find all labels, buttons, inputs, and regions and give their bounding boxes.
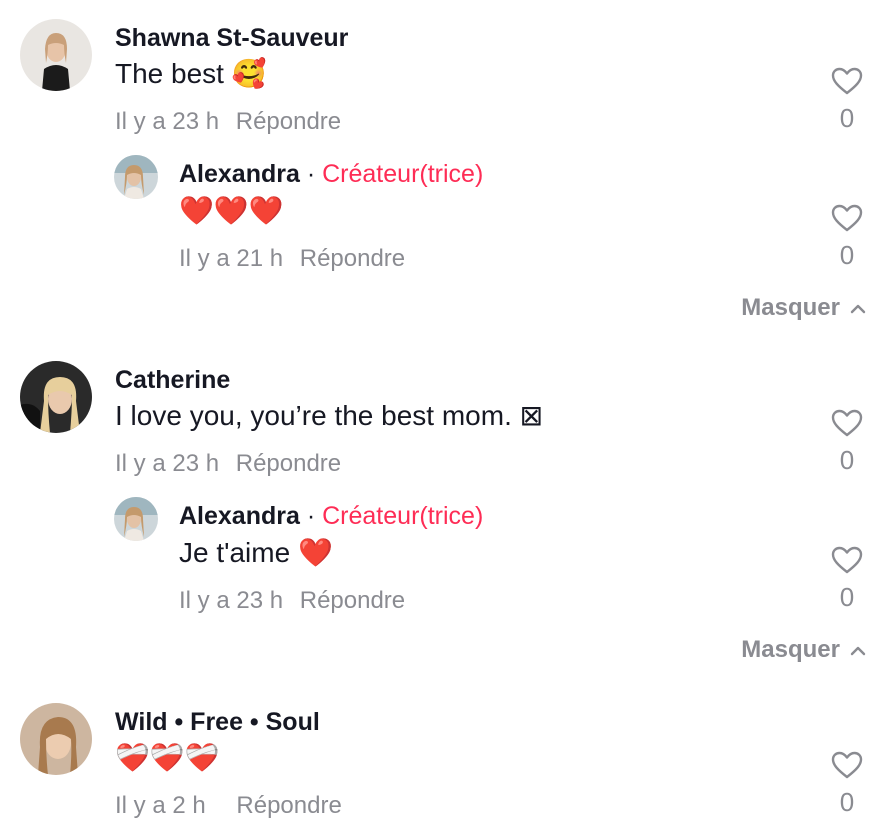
hide-replies-label: Masquer [741,294,840,321]
reply-time: Il y a 23 h [179,587,284,614]
avatar[interactable] [20,703,92,775]
heart-outline-icon [831,546,863,574]
separator: · [306,160,316,188]
like-count: 0 [839,787,855,817]
like-button[interactable]: 0 [827,408,867,474]
avatar[interactable] [20,19,92,91]
like-button[interactable]: 0 [827,750,867,816]
avatar[interactable] [114,155,158,199]
reply-button[interactable]: Répondre [236,450,341,477]
comment-text: I love you, you’re the best mom. ⊠ [115,400,544,431]
hide-replies-button[interactable]: Masquer [741,636,866,664]
chevron-up-icon [850,646,866,655]
like-count: 0 [839,445,855,475]
hide-replies-label: Masquer [741,636,840,663]
reply-text: Je t'aime ❤️ [179,537,333,568]
like-button[interactable]: 0 [827,545,867,611]
like-count: 0 [839,103,855,133]
author-name[interactable]: Alexandra [179,502,300,530]
comment-meta: Il y a 2 h Répondre [115,791,342,821]
reply-button[interactable]: Répondre [236,108,341,135]
author-name[interactable]: Alexandra [179,160,300,188]
comment-author[interactable]: Catherine [115,365,230,395]
reply-button[interactable]: Répondre [236,792,341,819]
reply-meta: Il y a 23 h Répondre [179,586,405,616]
comment-text: The best 🥰 [115,58,267,89]
like-count: 0 [839,240,855,270]
heart-outline-icon [831,751,863,779]
reply-meta: Il y a 21 h Répondre [179,244,405,274]
heart-outline-icon [831,409,863,437]
comment-time: Il y a 2 h [115,792,206,819]
comment-meta: Il y a 23 h Répondre [115,107,341,137]
comment-text: ❤️‍🩹❤️‍🩹❤️‍🩹 [115,742,220,773]
creator-badge: Créateur(trice) [322,502,484,530]
heart-outline-icon [831,67,863,95]
reply-text: ❤️❤️❤️ [179,195,284,226]
comment-time: Il y a 23 h [115,450,220,477]
comment-author[interactable]: Wild • Free • Soul [115,707,320,737]
chevron-up-icon [850,304,866,313]
comment-meta: Il y a 23 h Répondre [115,449,341,479]
heart-outline-icon [831,204,863,232]
like-button[interactable]: 0 [827,66,867,132]
reply-button[interactable]: Répondre [300,245,405,272]
hide-replies-button[interactable]: Masquer [741,294,866,322]
comment-time: Il y a 23 h [115,108,220,135]
reply-author: Alexandra · Créateur(trice) [179,501,483,531]
separator: · [306,502,316,530]
reply-time: Il y a 21 h [179,245,284,272]
comment-author[interactable]: Shawna St-Sauveur [115,23,348,53]
avatar[interactable] [20,361,92,433]
avatar[interactable] [114,497,158,541]
creator-badge: Créateur(trice) [322,160,484,188]
like-button[interactable]: 0 [827,203,867,269]
reply-author: Alexandra · Créateur(trice) [179,159,483,189]
like-count: 0 [839,582,855,612]
reply-button[interactable]: Répondre [300,587,405,614]
